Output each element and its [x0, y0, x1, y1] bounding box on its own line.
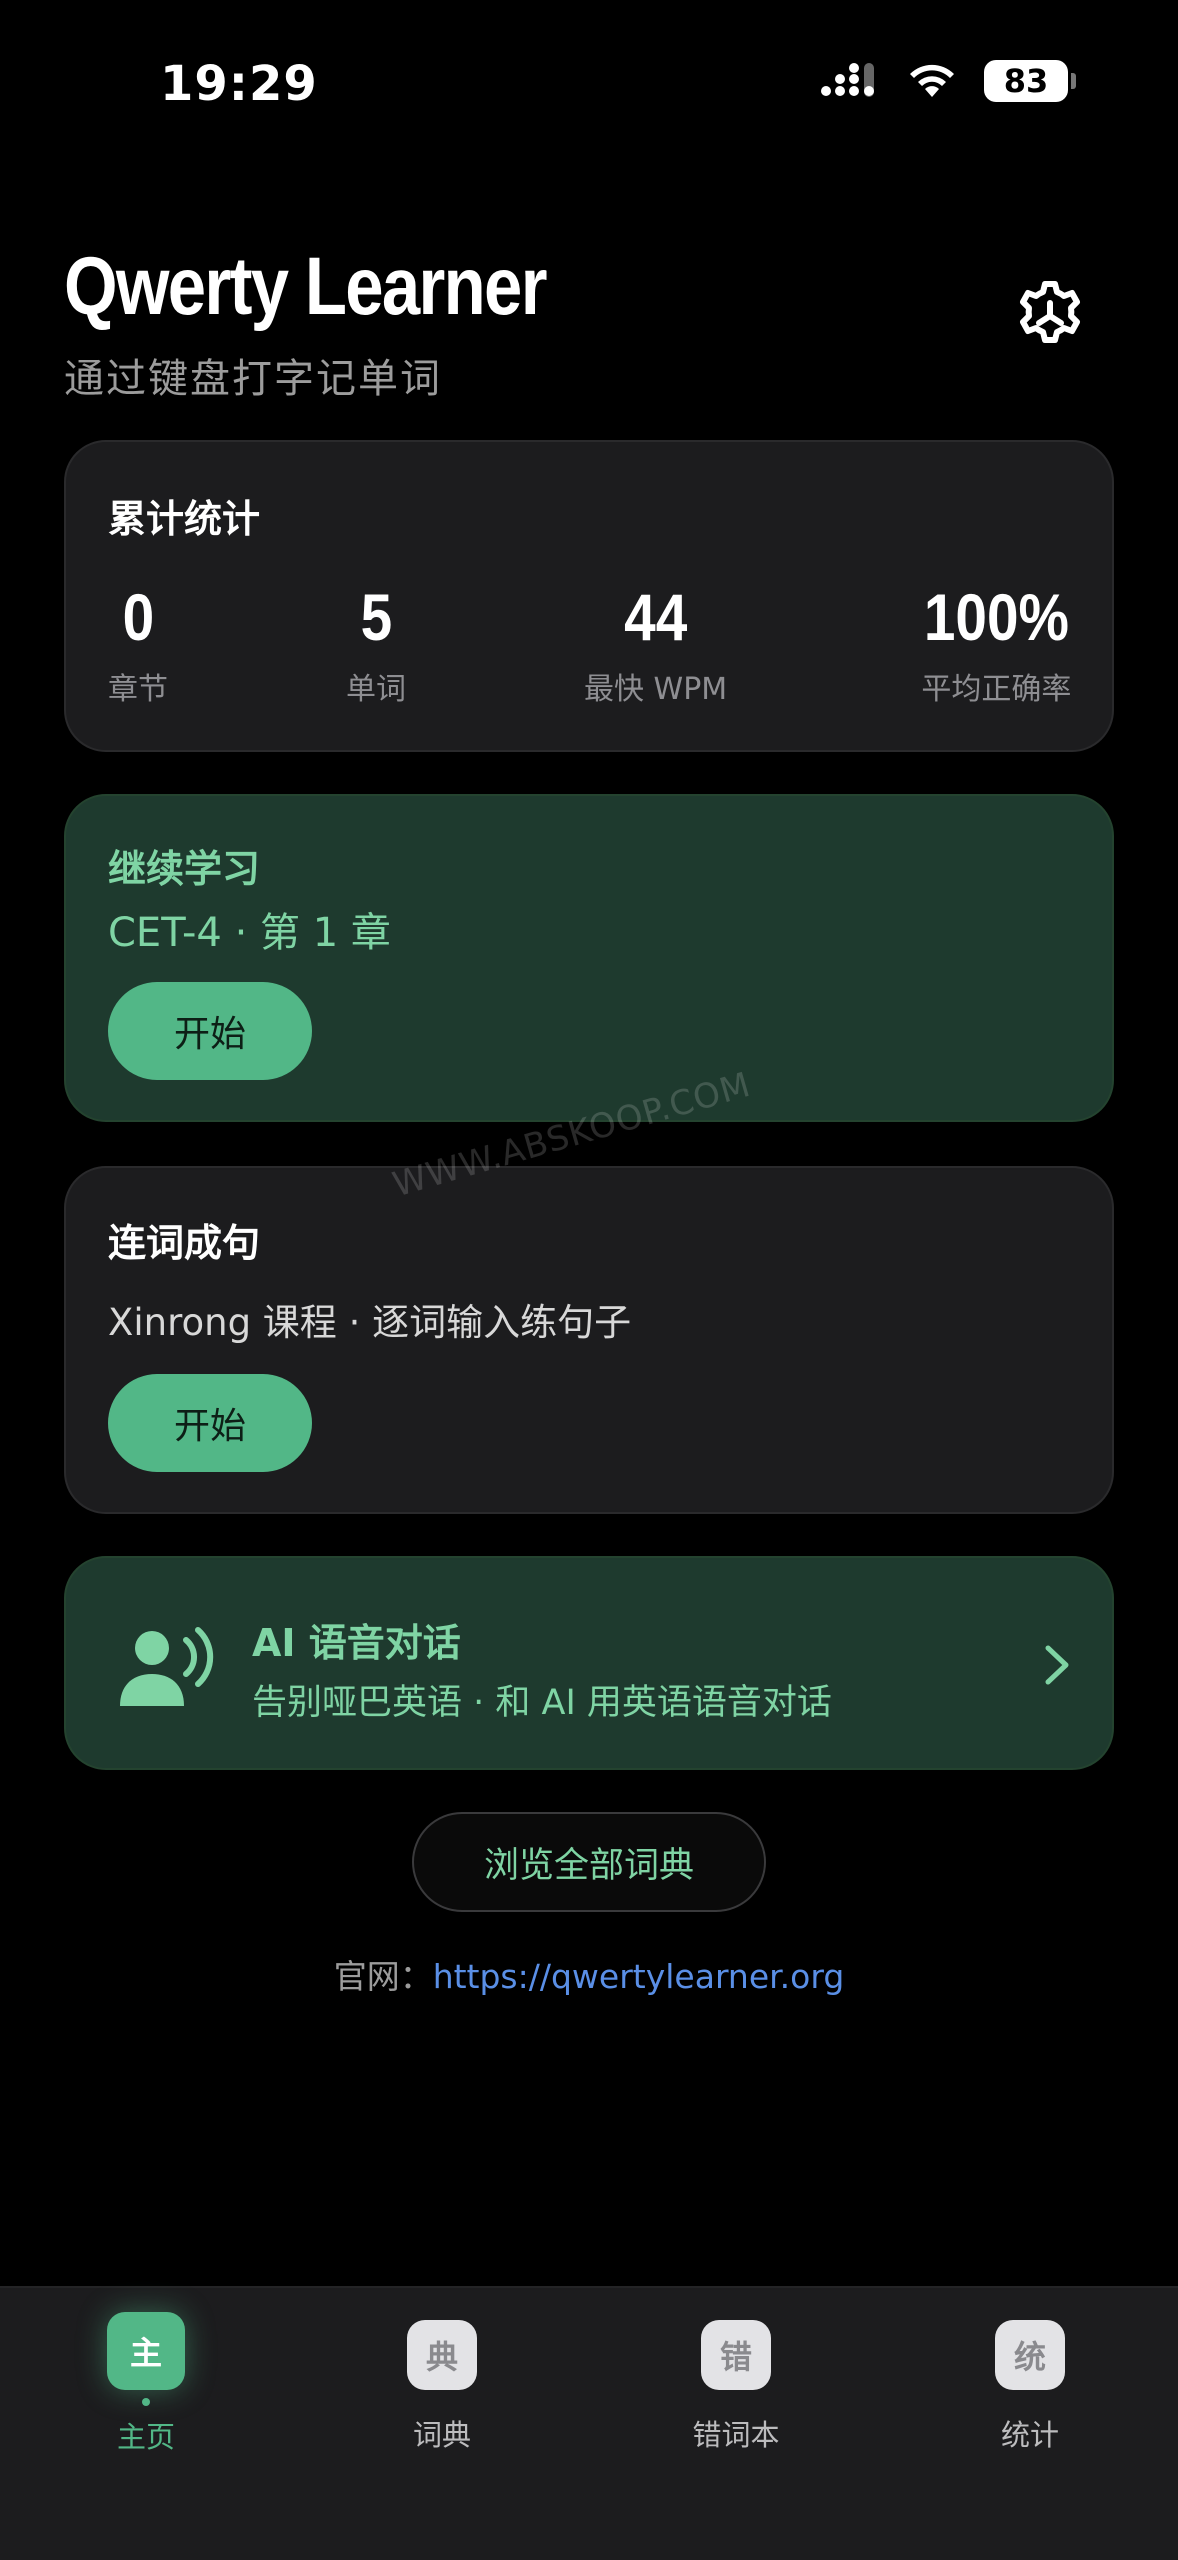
sentence-practice-card: 连词成句 Xinrong 课程 · 逐词输入练句子 开始 [64, 1166, 1114, 1514]
sentence-practice-subtitle: Xinrong 课程 · 逐词输入练句子 [108, 1301, 632, 1344]
app-subtitle: 通过键盘打字记单词 [64, 356, 442, 402]
sentence-start-button[interactable]: 开始 [108, 1374, 312, 1472]
mistakes-icon: 错 [701, 2320, 771, 2390]
continue-learning-title: 继续学习 [108, 847, 261, 891]
sentence-practice-title: 连词成句 [108, 1221, 261, 1265]
website-label: 官网： [333, 1957, 433, 1996]
continue-learning-card: 继续学习 CET-4 · 第 1 章 开始 [64, 794, 1114, 1122]
stat-accuracy: 100% 平均正确率 [912, 582, 1081, 708]
tab-mistakes[interactable]: 错 错词本 [636, 2320, 836, 2454]
ai-voice-title: AI 语音对话 [252, 1621, 461, 1665]
dictionary-icon: 典 [407, 2320, 477, 2390]
stat-fastest-wpm: 44 最快 WPM [584, 582, 727, 708]
continue-learning-subtitle: CET-4 · 第 1 章 [108, 910, 391, 956]
status-time: 19:29 [160, 56, 318, 112]
stat-label: 章节 [108, 672, 168, 707]
status-icons: 83 [820, 60, 1076, 102]
battery-indicator: 83 [984, 60, 1076, 102]
tab-label: 统计 [1000, 2418, 1059, 2452]
voice-person-icon [120, 1627, 214, 1706]
stat-label: 平均正确率 [921, 672, 1072, 707]
stat-value: 44 [624, 580, 688, 654]
tab-dictionary[interactable]: 典 词典 [342, 2320, 542, 2454]
stats-title: 累计统计 [108, 497, 261, 541]
tab-label: 主页 [116, 2420, 175, 2454]
stat-value: 0 [122, 580, 154, 654]
tab-label: 词典 [412, 2418, 471, 2452]
stat-chapters: 0 章节 [108, 582, 168, 708]
browse-dictionaries-button[interactable]: 浏览全部词典 [412, 1812, 766, 1912]
home-screen: 19:29 83 Qwerty Learner 通过键盘打字记单词 累计统计 0… [0, 0, 1178, 2560]
tab-label: 错词本 [692, 2418, 780, 2452]
wifi-icon [910, 64, 954, 97]
active-indicator-dot [142, 2398, 150, 2406]
tab-statistics[interactable]: 统 统计 [930, 2320, 1130, 2454]
continue-start-button[interactable]: 开始 [108, 982, 312, 1080]
statistics-icon: 统 [995, 2320, 1065, 2390]
settings-button[interactable] [1010, 276, 1090, 356]
cellular-signal-icon [821, 63, 874, 97]
stat-label: 单词 [346, 672, 406, 707]
stat-value: 5 [360, 580, 392, 654]
app-title: Qwerty Learner [64, 241, 547, 332]
website-link[interactable]: https://qwertylearner.org [433, 1957, 845, 1996]
website-row: 官网：https://qwertylearner.org [0, 1950, 1178, 1998]
stats-card: 累计统计 0 章节 5 单词 44 最快 WPM 100% 平均正确率 [64, 440, 1114, 752]
stat-value: 100% [923, 580, 1069, 654]
tab-bar: 主 主页 典 词典 错 错词本 统 统计 [0, 2286, 1178, 2560]
ai-voice-card[interactable]: AI 语音对话 告别哑巴英语 · 和 AI 用英语语音对话 [64, 1556, 1114, 1770]
stat-label: 最快 WPM [584, 672, 728, 707]
home-icon: 主 [107, 2312, 185, 2390]
status-bar: 19:29 83 [0, 0, 1178, 170]
ai-voice-subtitle: 告别哑巴英语 · 和 AI 用英语语音对话 [252, 1683, 832, 1723]
stat-words: 5 单词 [346, 582, 406, 708]
tab-home[interactable]: 主 主页 [46, 2312, 246, 2456]
gear-icon [1020, 281, 1080, 343]
chevron-right-icon [1045, 1645, 1069, 1685]
